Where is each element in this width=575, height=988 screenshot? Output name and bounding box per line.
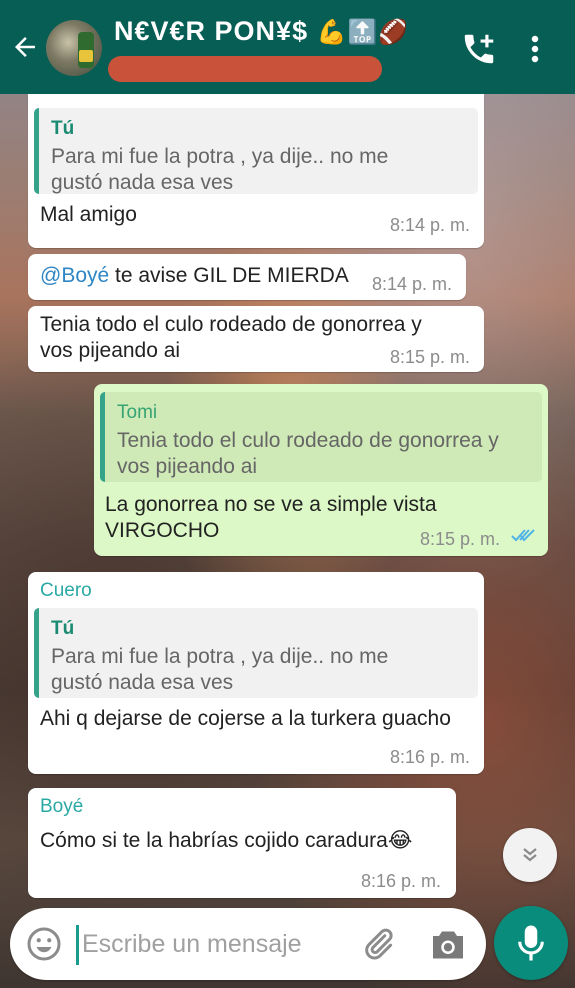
mention-link[interactable]: @Boyé <box>40 264 109 287</box>
message-bubble[interactable]: Cuero Tú Para mi fue la potra , ya dije.… <box>28 572 484 774</box>
message-input[interactable] <box>82 922 352 966</box>
quoted-message[interactable]: Tú Para mi fue la potra , ya dije.. no m… <box>34 608 478 698</box>
add-call-icon[interactable] <box>460 30 498 68</box>
quoted-author: Tomi <box>117 402 158 423</box>
chat-title[interactable]: N€V€R PON¥$ 💪🔝🏈 <box>114 16 409 47</box>
message-text: La gonorrea no se ve a simple vista VIRG… <box>105 493 437 542</box>
message-bubble[interactable]: Tomi Tú Para mi fue la potra , ya dije..… <box>28 94 484 248</box>
message-bubble[interactable]: @Boyé te avise GIL DE MIERDA 8:14 p. m. <box>28 254 466 300</box>
scroll-to-bottom-button[interactable] <box>503 828 557 882</box>
chat-title-text: N€V€R PON¥$ <box>114 16 309 46</box>
message-time: 8:16 p. m. <box>390 747 471 767</box>
quoted-text: Para mi fue la potra , ya dije.. no me g… <box>51 645 389 694</box>
message-time: 8:15 p. m. <box>420 529 501 549</box>
quoted-author: Tú <box>51 618 75 639</box>
message-time: 8:14 p. m. <box>390 215 471 235</box>
outgoing-message-bubble[interactable]: Tomi Tenia todo el culo rodeado de gonor… <box>94 384 548 556</box>
chevron-down-icon <box>523 848 537 862</box>
text-caret <box>76 925 79 965</box>
message-text: Ahi q dejarse de cojerse a la turkera gu… <box>40 707 451 730</box>
quoted-author: Tú <box>51 118 75 139</box>
double-check-icon <box>511 529 535 542</box>
message-sender: Boyé <box>40 796 84 817</box>
message-list[interactable]: Tomi Tú Para mi fue la potra , ya dije..… <box>0 94 575 906</box>
redacted-subtitle <box>108 56 382 82</box>
attach-icon[interactable] <box>360 926 396 962</box>
chat-title-emoji: 💪🔝🏈 <box>316 19 410 46</box>
message-bubble[interactable]: Tenia todo el culo rodeado de gonorrea y… <box>28 306 484 372</box>
mic-icon <box>518 925 544 961</box>
message-time: 8:14 p. m. <box>372 274 453 294</box>
quoted-message[interactable]: Tomi Tenia todo el culo rodeado de gonor… <box>100 392 542 482</box>
message-text: Mal amigo <box>40 203 137 226</box>
avatar[interactable] <box>46 20 102 76</box>
message-sender: Cuero <box>40 580 92 601</box>
quoted-message[interactable]: Tú Para mi fue la potra , ya dije.. no m… <box>34 108 478 194</box>
back-arrow-icon[interactable] <box>10 32 40 62</box>
camera-icon[interactable] <box>430 928 466 962</box>
message-time: 8:15 p. m. <box>390 347 471 367</box>
message-time: 8:16 p. m. <box>361 871 442 891</box>
quoted-text: Tenia todo el culo rodeado de gonorrea y… <box>117 429 499 478</box>
voice-record-button[interactable] <box>494 906 568 980</box>
message-composer <box>10 908 486 980</box>
message-sender: Tomi <box>40 94 80 102</box>
chat-header: N€V€R PON¥$ 💪🔝🏈 <box>0 0 575 94</box>
more-vert-icon[interactable] <box>528 34 542 64</box>
quoted-text: Para mi fue la potra , ya dije.. no me g… <box>51 145 389 194</box>
message-bubble[interactable]: Boyé Cómo si te la habrías cojido caradu… <box>28 788 456 898</box>
message-text: @Boyé te avise GIL DE MIERDA <box>40 264 349 287</box>
message-text: Cómo si te la habrías cojido caradura😂 <box>40 829 413 852</box>
emoji-icon[interactable] <box>26 926 62 962</box>
message-text: Tenia todo el culo rodeado de gonorrea y… <box>40 313 422 362</box>
